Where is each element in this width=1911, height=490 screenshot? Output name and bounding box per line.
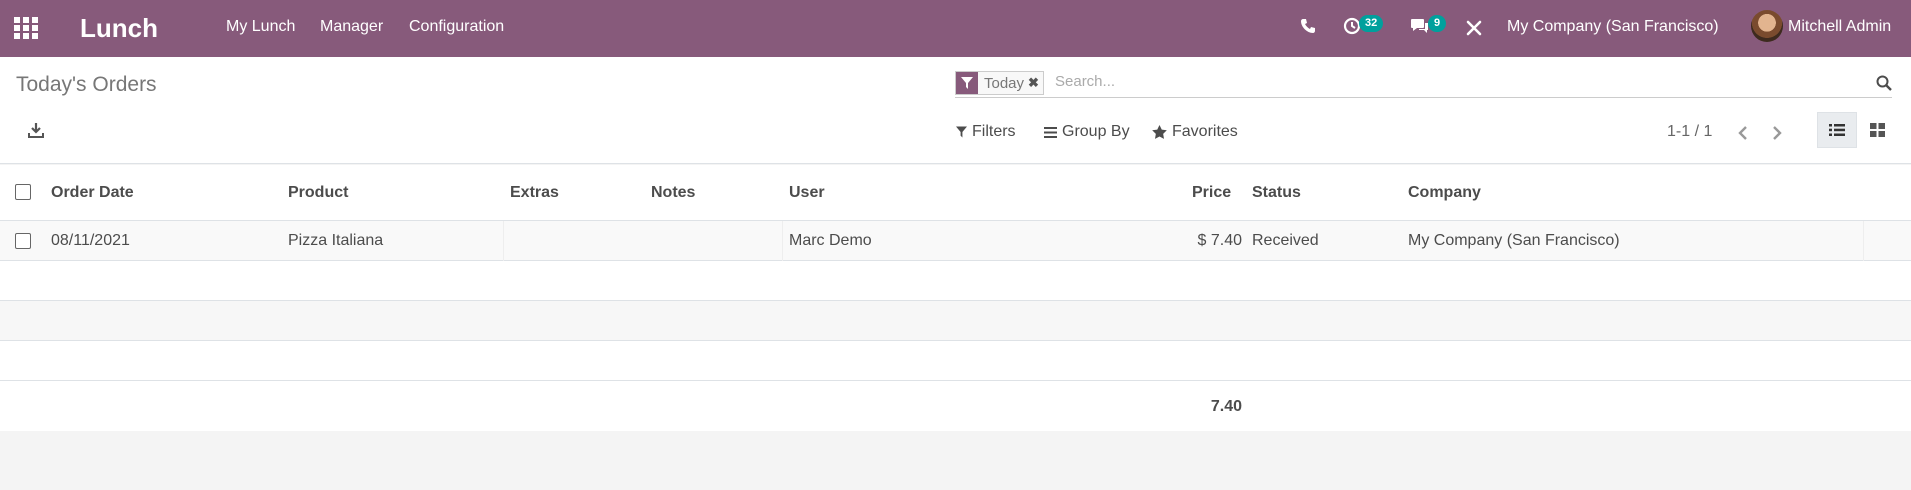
top-navbar: Lunch My Lunch Manager Configuration 32 … <box>0 0 1911 57</box>
favorites-label: Favorites <box>1172 123 1238 140</box>
user-avatar[interactable] <box>1751 10 1783 42</box>
user-menu[interactable]: Mitchell Admin <box>1788 18 1891 36</box>
activity-count-badge: 32 <box>1359 15 1384 32</box>
row-checkbox[interactable] <box>15 233 31 249</box>
list-view-button[interactable] <box>1817 112 1857 148</box>
filters-button[interactable]: Filters <box>956 123 1016 141</box>
empty-row <box>0 341 1911 381</box>
group-by-label: Group By <box>1062 123 1130 140</box>
phone-icon[interactable] <box>1300 18 1316 39</box>
kanban-icon <box>1869 123 1885 137</box>
pager-value[interactable]: 1-1 / 1 <box>1667 123 1712 141</box>
column-extras[interactable]: Extras <box>510 184 559 202</box>
menu-configuration[interactable]: Configuration <box>409 18 504 36</box>
control-panel: Today's Orders Today ✖ Filters Group By … <box>0 57 1911 164</box>
column-company[interactable]: Company <box>1408 184 1481 202</box>
search-icon[interactable] <box>1876 75 1892 96</box>
company-switcher[interactable]: My Company (San Francisco) <box>1507 18 1719 36</box>
table-footer: 7.40 <box>0 381 1911 431</box>
menu-my-lunch[interactable]: My Lunch <box>226 18 295 36</box>
messages-count-badge: 9 <box>1428 15 1447 32</box>
empty-row <box>0 261 1911 301</box>
app-title: Lunch <box>80 13 158 43</box>
search-facet: Today ✖ <box>955 71 1044 95</box>
remove-facet-icon[interactable]: ✖ <box>1028 75 1043 91</box>
empty-row <box>0 301 1911 341</box>
search-bar: Today ✖ <box>955 71 1892 98</box>
messages-icon[interactable] <box>1410 18 1430 40</box>
app-menu-icon[interactable] <box>14 17 38 39</box>
menu-manager[interactable]: Manager <box>320 18 383 36</box>
column-price[interactable]: Price <box>1192 184 1231 202</box>
debug-tools-icon[interactable] <box>1465 19 1483 42</box>
price-total: 7.40 <box>1210 398 1242 415</box>
list-icon <box>1829 124 1845 136</box>
star-icon <box>1152 125 1167 139</box>
column-notes[interactable]: Notes <box>651 184 695 202</box>
select-all-checkbox[interactable] <box>15 184 31 200</box>
facet-label: Today <box>984 74 1025 92</box>
search-input[interactable] <box>1055 73 1815 90</box>
chevron-left-icon[interactable] <box>1737 125 1749 146</box>
cell-status: Received <box>1252 232 1319 249</box>
filter-funnel-icon <box>956 126 967 138</box>
filter-icon <box>956 72 978 94</box>
chevron-right-icon[interactable] <box>1771 125 1783 146</box>
cell-company: My Company (San Francisco) <box>1408 232 1620 249</box>
cell-product: Pizza Italiana <box>288 232 384 249</box>
download-icon[interactable] <box>28 122 44 143</box>
column-order-date[interactable]: Order Date <box>51 184 134 202</box>
filters-label: Filters <box>972 123 1016 140</box>
cell-order-date: 08/11/2021 <box>51 232 130 249</box>
cell-user: Marc Demo <box>789 232 872 249</box>
favorites-button[interactable]: Favorites <box>1152 123 1238 141</box>
column-status[interactable]: Status <box>1252 184 1301 202</box>
table-header: Order Date Product Extras Notes User Pri… <box>0 165 1911 221</box>
cell-price: $ 7.40 <box>1197 232 1242 249</box>
group-by-button[interactable]: Group By <box>1044 123 1130 141</box>
bars-icon <box>1044 126 1057 138</box>
kanban-view-button[interactable] <box>1857 112 1897 148</box>
column-product[interactable]: Product <box>288 184 348 202</box>
column-user[interactable]: User <box>789 184 825 202</box>
table-row[interactable]: 08/11/2021 Pizza Italiana Marc Demo $ 7.… <box>0 221 1911 261</box>
orders-table: Order Date Product Extras Notes User Pri… <box>0 165 1911 431</box>
page-title: Today's Orders <box>16 73 157 96</box>
